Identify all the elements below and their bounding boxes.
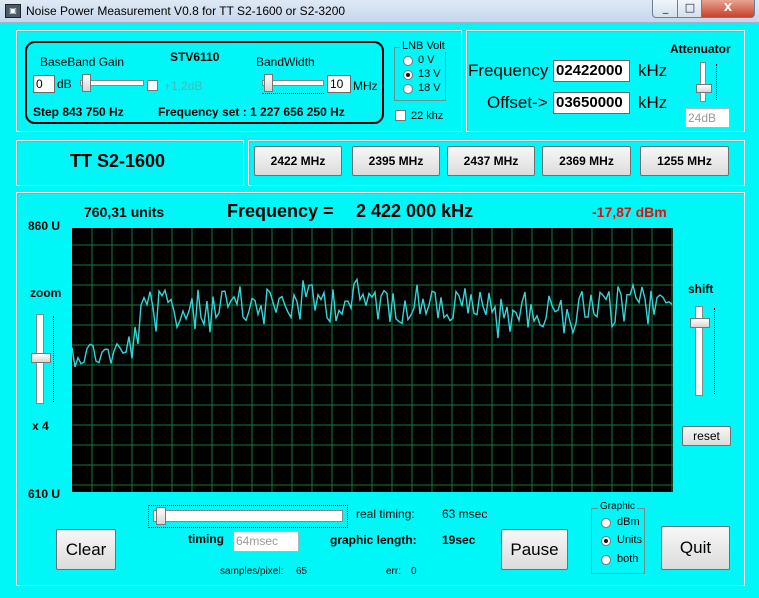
maximize-button[interactable]: □ [677, 0, 703, 18]
zoom-value: x 4 [32, 419, 49, 433]
khz22-checkbox[interactable] [395, 110, 406, 121]
window-title: Noise Power Measurement V0.8 for TT S2-1… [26, 4, 346, 18]
units-readout: 760,31 units [84, 204, 165, 220]
frequency-set-text: Frequency set : 1 227 656 250 Hz [158, 105, 345, 119]
app-icon: ▣ [5, 4, 21, 18]
frequency-readout-label: Frequency = [227, 201, 334, 221]
dbm-readout: -17,87 dBm [592, 204, 667, 220]
close-button[interactable]: X [701, 0, 755, 18]
lnb-title: LNB Volt [400, 40, 447, 52]
bandwidth-unit: MHz [353, 79, 378, 93]
y-axis-bottom-label: 610 U [28, 487, 61, 501]
real-timing-label: real timing: [356, 507, 415, 521]
bandwidth-input[interactable]: 10 [327, 75, 351, 93]
lnb-label-18v: 18 V [418, 82, 441, 94]
err-value: 0 [411, 566, 417, 577]
graphic-radio-both[interactable] [601, 555, 611, 565]
step-text: Step 843 750 Hz [33, 105, 124, 119]
real-timing-value: 63 msec [442, 507, 488, 521]
y-axis-top-label: 860 U [28, 219, 61, 233]
reset-button[interactable]: reset [682, 426, 731, 446]
attenuator-value: 24dB [685, 108, 730, 128]
err-label: err: [386, 566, 401, 577]
gain-extra-checkbox[interactable] [147, 80, 158, 91]
khz22-label: 22 khz [411, 110, 444, 122]
timing-label: timing [188, 532, 224, 546]
attenuator-slider-track[interactable] [700, 62, 706, 102]
graphic-label-both: both [617, 553, 639, 565]
offset-input[interactable]: 03650000 [553, 92, 630, 114]
graphic-radio-units[interactable] [601, 536, 611, 546]
gain-extra-label: +1,2dB [164, 79, 203, 93]
chip-label: STV6110 [170, 50, 220, 64]
graphic-radio-dbm[interactable] [601, 518, 611, 528]
gain-input[interactable]: 0 [33, 75, 55, 93]
shift-ticks [714, 308, 719, 394]
minimize-button[interactable]: _ [652, 0, 679, 18]
graphic-length-label: graphic length: [330, 533, 417, 547]
frequency-readout-value: 2 422 000 kHz [356, 201, 474, 221]
preset-button-2369[interactable]: 2369 MHz [542, 146, 631, 176]
scope-plot [71, 228, 673, 492]
quit-button[interactable]: Quit [661, 526, 730, 570]
frequency-input[interactable]: 02422000 [553, 60, 630, 82]
bandwidth-ticks [262, 93, 324, 99]
shift-label: shift [688, 282, 714, 296]
attenuator-slider-thumb[interactable] [696, 84, 712, 93]
zoom-label: zoom [30, 286, 62, 300]
samples-label: samples/pixel: [220, 566, 284, 577]
frequency-unit: kHz [638, 61, 668, 80]
attenuator-ticks [716, 64, 721, 100]
zoom-slider-thumb[interactable] [31, 353, 51, 363]
preset-button-1255[interactable]: 1255 MHz [640, 146, 729, 176]
graphic-title: Graphic [598, 501, 638, 512]
gain-unit: dB [57, 77, 72, 91]
bandwidth-label: BandWidth [256, 55, 315, 69]
preset-button-2422[interactable]: 2422 MHz [254, 146, 342, 176]
graphic-length-value: 19sec [442, 533, 476, 547]
bandwidth-slider-thumb[interactable] [264, 74, 273, 92]
offset-label: Offset-> [487, 93, 548, 112]
shift-slider-thumb[interactable] [690, 318, 710, 328]
scope-display [71, 228, 673, 492]
device-name: TT S2-1600 [70, 151, 166, 171]
offset-unit: kHz [638, 93, 668, 112]
clear-button[interactable]: Clear [56, 529, 116, 570]
lnb-radio-0v[interactable] [403, 56, 413, 66]
timing-slider-track[interactable] [153, 510, 343, 522]
graphic-label-units: Units [617, 534, 643, 546]
samples-value: 65 [296, 566, 308, 577]
timing-value: 64msec [233, 531, 299, 552]
attenuator-label: Attenuator [670, 42, 731, 56]
pause-button[interactable]: Pause [501, 529, 568, 570]
main-window: ▣ Noise Power Measurement V0.8 for TT S2… [0, 0, 759, 598]
graphic-label-dbm: dBm [617, 516, 640, 528]
lnb-label-0v: 0 V [418, 54, 435, 66]
title-bar[interactable]: ▣ Noise Power Measurement V0.8 for TT S2… [0, 0, 759, 23]
baseband-gain-label: BaseBand Gain [40, 55, 125, 69]
frequency-label: Frequency [468, 61, 549, 80]
preset-button-2437[interactable]: 2437 MHz [447, 146, 535, 176]
lnb-radio-13v[interactable] [403, 70, 413, 80]
timing-slider-thumb[interactable] [156, 507, 166, 525]
lnb-radio-18v[interactable] [403, 84, 413, 94]
lnb-label-13v: 13 V [418, 68, 441, 80]
zoom-ticks [53, 316, 58, 402]
preset-button-2395[interactable]: 2395 MHz [352, 146, 440, 176]
gain-slider-thumb[interactable] [82, 74, 91, 92]
